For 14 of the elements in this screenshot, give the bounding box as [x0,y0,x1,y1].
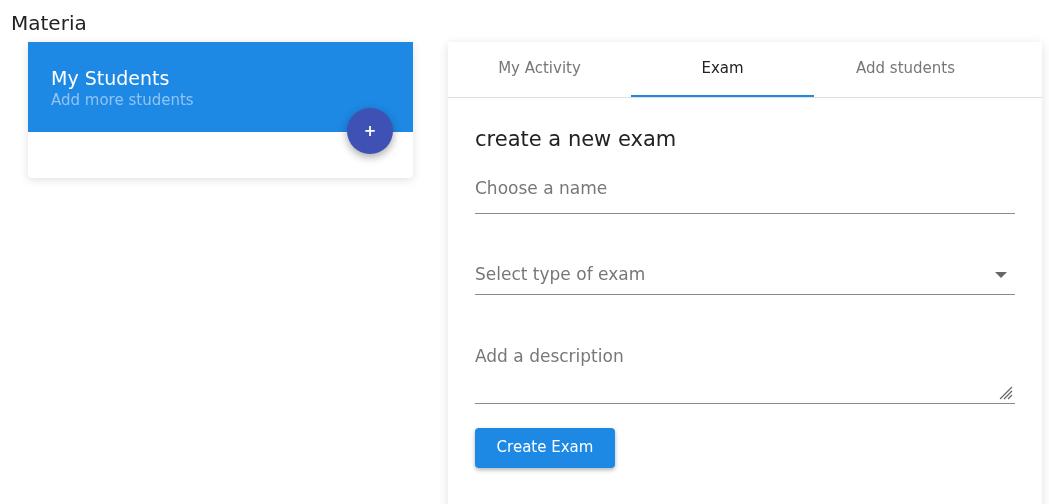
tab[interactable]: Exam [631,42,814,97]
page-title: Materia [11,10,87,37]
form-heading: create a new exam [475,126,677,153]
name-field[interactable]: Choose a name [475,171,1015,214]
exam-type-select[interactable]: Select type of exam [475,262,1015,295]
tab[interactable]: My Activity [448,42,631,97]
card-title: My Students [51,66,171,90]
resize-handle-icon[interactable] [999,385,1013,400]
card-subtitle: Add more students [51,90,195,110]
tab[interactable]: Add students [814,42,997,97]
create-exam-button[interactable]: Create Exam [475,427,615,468]
add-student-button[interactable]: + [347,108,393,154]
description-field[interactable]: Add a description [475,342,1015,404]
dropdown-caret-icon [995,271,1007,278]
